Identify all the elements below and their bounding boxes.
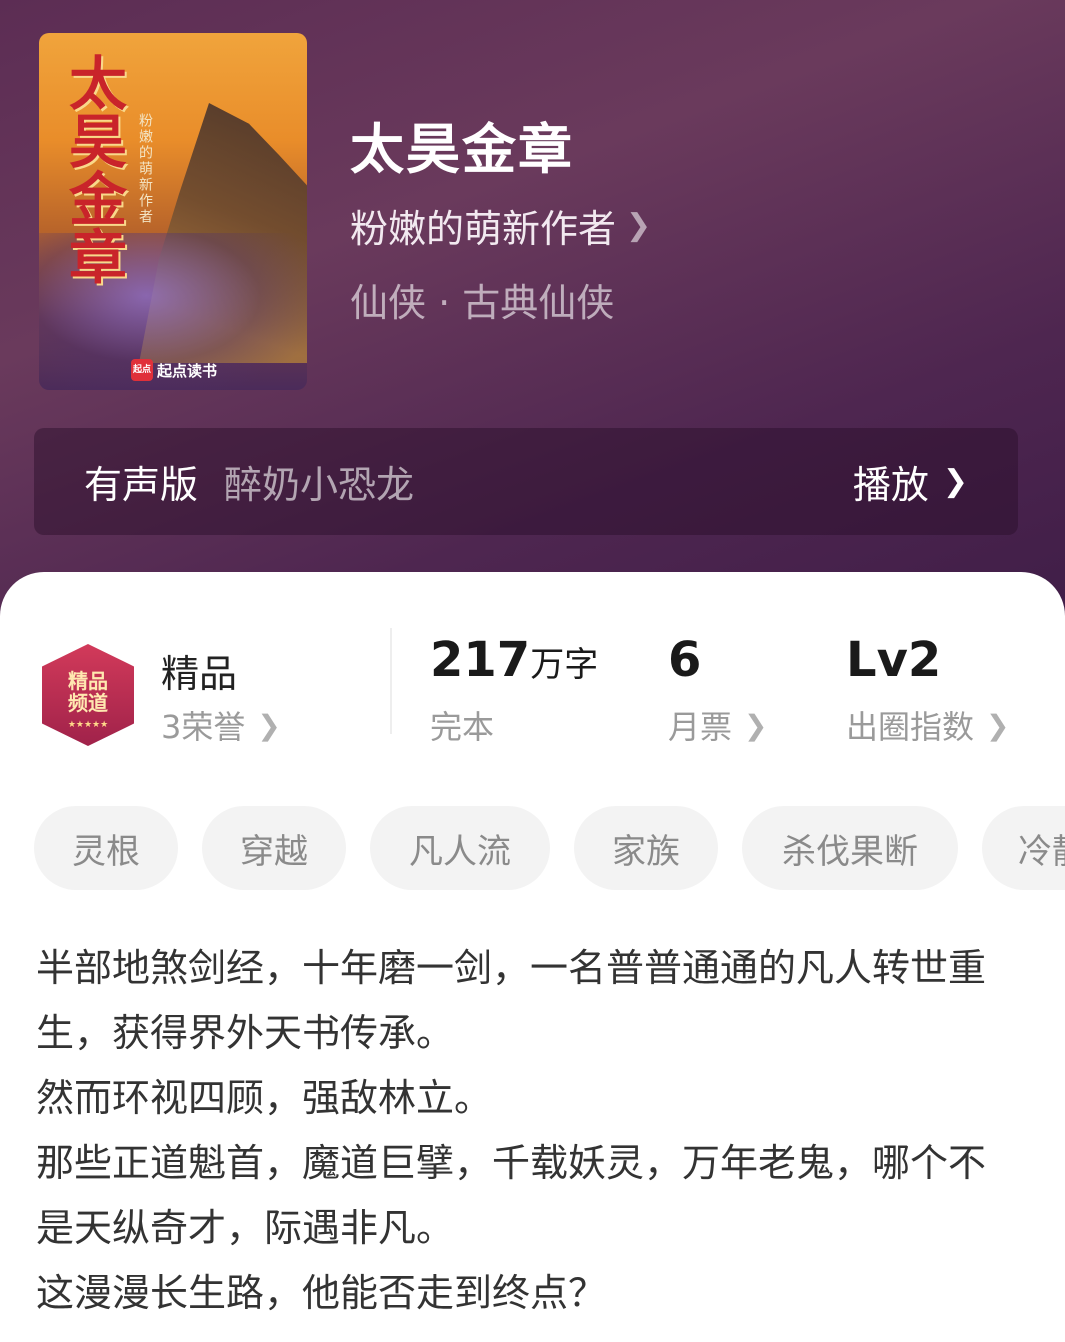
tag-chip[interactable]: 凡人流 [370, 806, 550, 890]
chevron-right-icon: ❯ [986, 708, 1010, 742]
premium-channel-badge[interactable]: 精品 频道 ★★★★★ [38, 642, 138, 748]
popularity-level-value: Lv2 [846, 632, 942, 688]
monthly-tickets: 6 [668, 632, 701, 688]
completion-status-label: 完本 [430, 708, 495, 746]
honor-count-link[interactable]: 3荣誉 ❯ [161, 702, 281, 748]
tag-list: 灵根 穿越 凡人流 家族 杀伐果断 冷静 [34, 806, 1065, 890]
book-title: 太昊金章 [350, 117, 574, 181]
popularity-level: Lv2 [846, 632, 941, 688]
tag-chip[interactable]: 家族 [574, 806, 718, 890]
monthly-tickets-label: 月票 [668, 708, 733, 746]
stats-divider [390, 628, 392, 734]
word-count-unit: 万字 [530, 645, 599, 685]
cover-brand: 起点 起点读书 [131, 358, 217, 382]
cover-brand-label: 起点读书 [157, 361, 218, 380]
honor-title: 精品 [161, 652, 238, 696]
qidian-logo-icon: 起点 [131, 359, 153, 381]
word-count: 217万字 [430, 632, 598, 688]
tag-chip[interactable]: 穿越 [202, 806, 346, 890]
tag-chip[interactable]: 灵根 [34, 806, 178, 890]
play-label: 播放 [852, 463, 929, 507]
word-count-value: 217 [430, 632, 531, 688]
synopsis-paragraph: 半部地煞剑经，十年磨一剑，一名普普通通的凡人转世重生，获得界外天书传承。 [36, 946, 987, 1055]
synopsis-paragraph: 那些正道魁首，魔道巨擘，千载妖灵，万年老鬼，哪个不是天纵奇才，际遇非凡。 [36, 1141, 987, 1250]
cover-title: 太昊金章 [59, 53, 127, 285]
book-synopsis[interactable]: 半部地煞剑经，十年磨一剑，一名普普通通的凡人转世重生，获得界外天书传承。 然而环… [36, 936, 996, 1326]
play-button[interactable]: 播放 ❯ [853, 454, 968, 509]
chevron-right-icon: ❯ [257, 708, 281, 742]
audio-label: 有声版 [84, 463, 199, 507]
monthly-tickets-value: 6 [668, 632, 702, 688]
badge-text-line2: 频道 [68, 691, 108, 715]
synopsis-paragraph: 然而环视四顾，强敌林立。 [36, 1076, 493, 1120]
badge-text-line1: 精品 [68, 669, 108, 693]
chevron-right-icon: ❯ [942, 464, 968, 499]
completion-status: 完本 [430, 702, 494, 748]
honor-count: 3荣誉 [161, 708, 246, 746]
tag-chip[interactable]: 冷静 [982, 806, 1065, 890]
popularity-index-link[interactable]: 出圈指数 ❯ [846, 702, 1009, 748]
popularity-index-label: 出圈指数 [846, 708, 975, 746]
cover-author: 粉嫩的萌新作者 [137, 113, 153, 225]
chevron-right-icon: ❯ [626, 208, 652, 243]
author-link[interactable]: 粉嫩的萌新作者 ❯ [350, 198, 651, 253]
badge-text: 精品 频道 [38, 670, 138, 714]
monthly-tickets-link[interactable]: 月票 ❯ [668, 702, 767, 748]
tag-chip[interactable]: 杀伐果断 [742, 806, 958, 890]
book-genre: 仙侠 · 古典仙侠 [350, 281, 615, 325]
audio-version-bar[interactable]: 有声版 醉奶小恐龙 播放 ❯ [34, 428, 1018, 535]
audio-narrator: 醉奶小恐龙 [224, 463, 415, 507]
chevron-right-icon: ❯ [744, 708, 768, 742]
book-cover[interactable]: 太昊金章 粉嫩的萌新作者 起点 起点读书 [39, 33, 307, 390]
author-name: 粉嫩的萌新作者 [350, 207, 617, 251]
synopsis-paragraph: 这漫漫长生路，他能否走到终点？ [36, 1271, 607, 1315]
badge-stars-icon: ★★★★★ [67, 720, 109, 730]
